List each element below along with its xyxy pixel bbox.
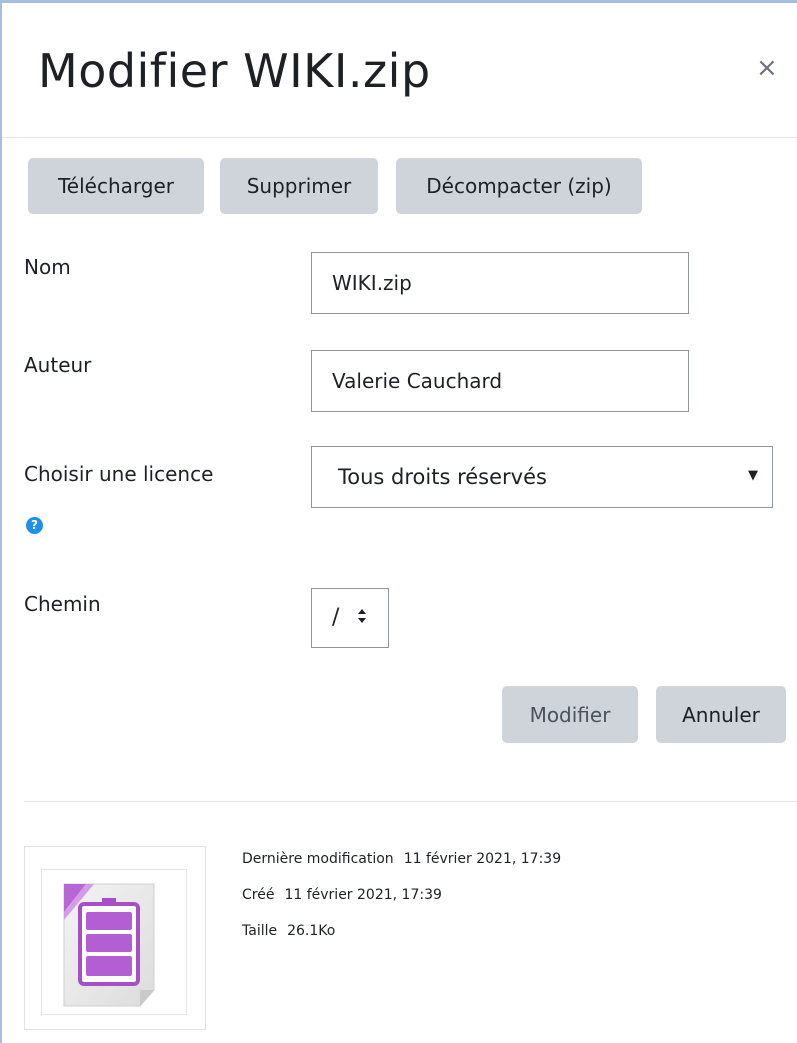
zip-file-icon (63, 883, 155, 1007)
path-selected-value: / (332, 605, 340, 630)
unzip-button[interactable]: Décompacter (zip) (396, 158, 642, 214)
delete-button[interactable]: Supprimer (220, 158, 378, 214)
modified-info: Dernière modification 11 février 2021, 17… (242, 850, 561, 868)
author-input[interactable] (311, 350, 689, 412)
sort-arrows-icon (358, 609, 366, 623)
name-input[interactable] (311, 252, 689, 314)
created-info: Créé 11 février 2021, 17:39 (242, 886, 442, 904)
license-label: Choisir une licence (24, 462, 214, 486)
size-info: Taille 26.1Ko (242, 922, 335, 940)
size-label: Taille (242, 923, 278, 939)
name-label: Nom (24, 255, 71, 279)
modified-label: Dernière modification (242, 851, 394, 867)
modified-value: 11 février 2021, 17:39 (403, 851, 562, 867)
help-icon[interactable]: ? (26, 517, 43, 534)
cancel-button[interactable]: Annuler (656, 686, 786, 743)
modify-button[interactable]: Modifier (502, 686, 638, 743)
close-icon[interactable]: × (756, 53, 778, 83)
path-label: Chemin (24, 592, 101, 616)
dialog-header: Modifier WIKI.zip × (2, 3, 797, 138)
file-preview (24, 846, 206, 1030)
created-value: 11 février 2021, 17:39 (284, 887, 442, 903)
download-button[interactable]: Télécharger (28, 158, 204, 214)
path-select[interactable]: / (311, 588, 389, 648)
dialog-title: Modifier WIKI.zip (38, 44, 431, 98)
author-label: Auteur (24, 353, 92, 377)
preview-frame (41, 869, 187, 1015)
created-label: Créé (242, 887, 275, 903)
size-value: 26.1Ko (287, 923, 336, 939)
license-select[interactable]: Tous droits réservés ▼ (311, 446, 773, 508)
caret-down-icon: ▼ (748, 468, 758, 483)
section-divider (24, 801, 797, 802)
license-selected-value: Tous droits réservés (338, 465, 547, 489)
edit-file-dialog: Modifier WIKI.zip × Télécharger Supprime… (2, 3, 797, 1043)
